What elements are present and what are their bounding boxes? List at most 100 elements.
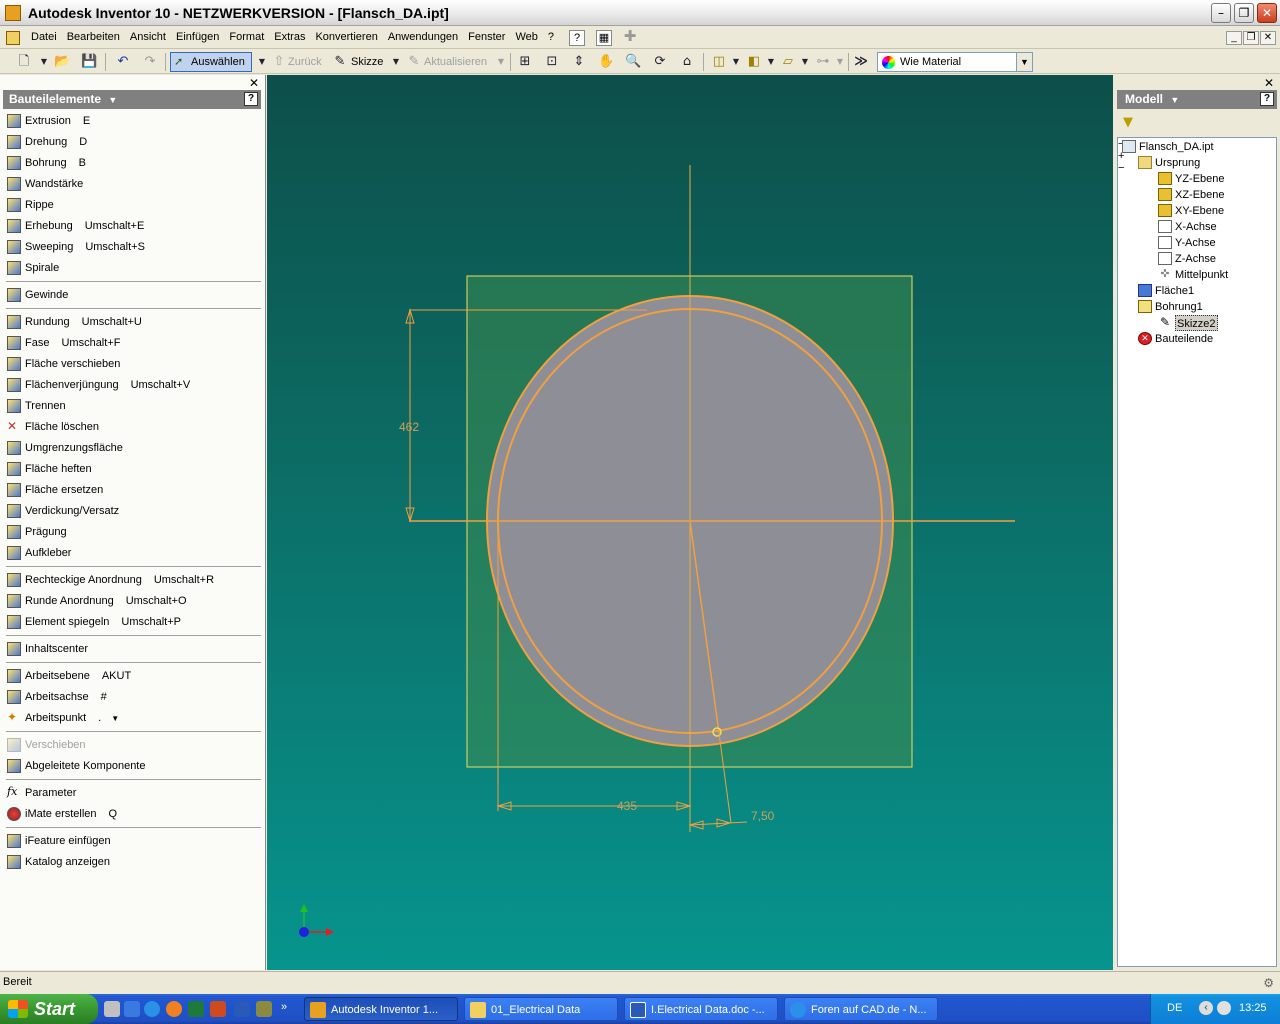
menu-einfuegen[interactable]: Einfügen: [171, 31, 224, 43]
quicklaunch-ie-icon[interactable]: [144, 1001, 160, 1017]
sketch-button[interactable]: Skizze: [351, 53, 383, 71]
shadow-icon[interactable]: ▱: [780, 54, 796, 70]
tree-item-z-achse[interactable]: Z-Achse: [1158, 251, 1216, 267]
menu-datei[interactable]: Datei: [26, 31, 62, 43]
command-icon[interactable]: ≫: [853, 54, 869, 70]
feature-parameter[interactable]: fx Parameter: [7, 784, 76, 803]
quicklaunch-desktop-icon[interactable]: [124, 1001, 140, 1017]
menu-format[interactable]: Format: [224, 31, 269, 43]
feature-gewinde[interactable]: Gewinde: [7, 286, 68, 305]
feature-flaeche-ersetzen[interactable]: Fläche ersetzen: [7, 481, 103, 500]
menu-ansicht[interactable]: Ansicht: [125, 31, 171, 43]
work-point-dropdown-icon[interactable]: ▼: [111, 709, 119, 728]
update-button[interactable]: Aktualisieren: [424, 53, 487, 71]
menu-fenster[interactable]: Fenster: [463, 31, 510, 43]
undo-icon[interactable]: ↶: [115, 54, 131, 70]
feature-element-spiegeln[interactable]: Element spiegeln Umschalt+P: [7, 613, 181, 632]
save-icon[interactable]: 💾: [81, 54, 97, 70]
feature-katalog-anzeigen[interactable]: Katalog anzeigen: [7, 853, 110, 872]
feature-flaeche-heften[interactable]: Fläche heften: [7, 460, 92, 479]
zoom-icon[interactable]: ⇕: [571, 54, 587, 70]
menu-konvertieren[interactable]: Konvertieren: [310, 31, 382, 43]
quicklaunch-tool-icon[interactable]: [256, 1001, 272, 1017]
feature-inhaltscenter[interactable]: Inhaltscenter: [7, 640, 88, 659]
feature-arbeitsebene[interactable]: Arbeitsebene AKUT: [7, 667, 131, 686]
feature-rundung[interactable]: Rundung Umschalt+U: [7, 313, 142, 332]
task-browser[interactable]: Foren auf CAD.de - N...: [784, 997, 938, 1021]
quicklaunch-powerpoint-icon[interactable]: [210, 1001, 226, 1017]
tree-item-y-achse[interactable]: Y-Achse: [1158, 235, 1216, 251]
camera-dropdown-icon[interactable]: ▼: [763, 54, 779, 70]
inventor-app-icon[interactable]: [5, 5, 21, 21]
browser-help-icon[interactable]: ?: [1260, 92, 1274, 106]
tree-item-xz-ebene[interactable]: XZ-Ebene: [1158, 187, 1225, 203]
tray-network-icon[interactable]: [1217, 1001, 1231, 1015]
new-dropdown-icon[interactable]: ▼: [36, 54, 52, 70]
menu-web[interactable]: Web: [510, 31, 542, 43]
filter-icon[interactable]: ▼: [1123, 115, 1133, 130]
feature-abgeleitete-komponente[interactable]: Abgeleitete Komponente: [7, 757, 145, 776]
feature-rippe[interactable]: Rippe: [7, 196, 54, 215]
minimize-button[interactable]: –: [1211, 3, 1231, 23]
feature-sweeping[interactable]: Sweeping Umschalt+S: [7, 238, 145, 257]
rotate-icon[interactable]: ⟳: [652, 54, 668, 70]
feature-verdickung[interactable]: Verdickung/Versatz: [7, 502, 119, 521]
camera-icon[interactable]: ◧: [746, 54, 762, 70]
tree-item-root[interactable]: Flansch_DA.ipt: [1122, 139, 1214, 155]
feature-erhebung[interactable]: Erhebung Umschalt+E: [7, 217, 144, 236]
mdi-restore-button[interactable]: ❐: [1243, 31, 1259, 45]
feature-spirale[interactable]: Spirale: [7, 259, 59, 278]
quicklaunch-system-icon[interactable]: [104, 1001, 120, 1017]
quicklaunch-more-icon[interactable]: »: [281, 1001, 291, 1017]
menu-help[interactable]: ?: [543, 31, 559, 43]
start-button[interactable]: Start: [0, 994, 98, 1024]
mdi-close-button[interactable]: ✕: [1260, 31, 1276, 45]
mdi-minimize-button[interactable]: _: [1226, 31, 1242, 45]
feature-wandstaerke[interactable]: Wandstärke: [7, 175, 83, 194]
menu-bearbeiten[interactable]: Bearbeiten: [62, 31, 125, 43]
tree-item-mittelpunkt[interactable]: ✜ Mittelpunkt: [1158, 267, 1228, 283]
feature-fase[interactable]: Fase Umschalt+F: [7, 334, 120, 353]
back-button[interactable]: Zurück: [288, 53, 322, 71]
maximize-button[interactable]: ❐: [1234, 3, 1254, 23]
new-file-icon[interactable]: 🗋: [16, 54, 32, 70]
feature-bohrung[interactable]: Bohrung B: [7, 154, 86, 173]
feature-rechteckige-anordnung[interactable]: Rechteckige Anordnung Umschalt+R: [7, 571, 214, 590]
feature-runde-anordnung[interactable]: Runde Anordnung Umschalt+O: [7, 592, 187, 611]
feature-aufkleber[interactable]: Aufkleber: [7, 544, 71, 563]
tree-item-flaeche1[interactable]: Fläche1: [1138, 283, 1194, 299]
task-word[interactable]: I.Electrical Data.doc -...: [624, 997, 778, 1021]
tree-item-bohrung1[interactable]: Bohrung1: [1138, 299, 1203, 315]
sketch-dropdown-icon[interactable]: ▼: [388, 54, 404, 70]
feature-flaeche-verschieben[interactable]: Fläche verschieben: [7, 355, 120, 374]
task-inventor[interactable]: Autodesk Inventor 1...: [304, 997, 458, 1021]
feature-arbeitspunkt[interactable]: ✦ Arbeitspunkt. ▼: [7, 709, 119, 728]
select-dropdown-icon[interactable]: ▼: [254, 54, 270, 70]
material-dropdown-icon[interactable]: ▼: [1016, 53, 1032, 71]
zoom-all-icon[interactable]: ⊞: [517, 54, 533, 70]
zoom-window-icon[interactable]: ⊡: [544, 54, 560, 70]
feature-trennen[interactable]: Trennen: [7, 397, 66, 416]
tray-expand-icon[interactable]: ‹: [1199, 1001, 1213, 1015]
feature-flaeche-loeschen[interactable]: ✕ Fläche löschen: [7, 418, 99, 437]
language-indicator[interactable]: DE: [1167, 1002, 1182, 1014]
panel-close-icon[interactable]: ✕: [249, 76, 259, 90]
document-icon[interactable]: [6, 31, 20, 45]
dim-vertical-value[interactable]: 462: [399, 420, 419, 434]
task-folder[interactable]: 01_Electrical Data: [464, 997, 618, 1021]
calculator-icon[interactable]: ▦: [596, 30, 612, 46]
material-select[interactable]: Wie Material ▼: [877, 52, 1033, 72]
look-at-icon[interactable]: ⌂: [679, 54, 695, 70]
tree-item-xy-ebene[interactable]: XY-Ebene: [1158, 203, 1224, 219]
update-dropdown-icon[interactable]: ▼: [493, 54, 509, 70]
select-button[interactable]: ➚ Auswählen: [170, 52, 252, 72]
feature-ifeature-einfuegen[interactable]: iFeature einfügen: [7, 832, 111, 851]
feature-praegung[interactable]: Prägung: [7, 523, 67, 542]
shadow-dropdown-icon[interactable]: ▼: [797, 54, 813, 70]
feature-arbeitsachse[interactable]: Arbeitsachse #: [7, 688, 107, 707]
browser-close-icon[interactable]: ✕: [1264, 76, 1274, 90]
browser-header[interactable]: Modell ▼ ?: [1117, 90, 1277, 109]
tree-item-skizze2[interactable]: ✎ Skizze2: [1158, 315, 1218, 331]
sketch-canvas[interactable]: 462 435 7,50: [267, 75, 1113, 970]
panel-header[interactable]: Bauteilelemente ▼ ?: [3, 90, 261, 109]
